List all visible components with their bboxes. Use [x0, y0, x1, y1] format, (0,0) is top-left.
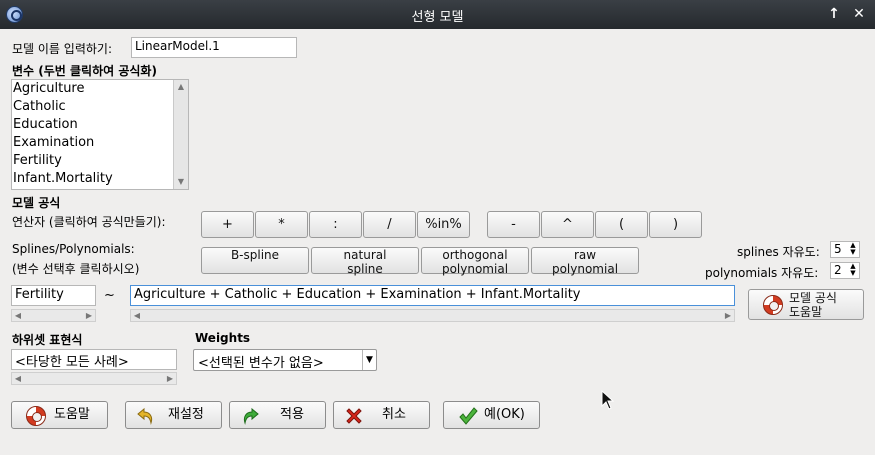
operator-plus-button[interactable]: +: [201, 211, 254, 238]
splines-df-label: splines 자유도:: [737, 245, 820, 259]
operator-colon-button[interactable]: :: [309, 211, 362, 238]
checkmark-icon: [458, 406, 478, 426]
reset-button[interactable]: 재설정: [125, 401, 222, 429]
weights-select[interactable]: <선택된 변수가 없음> ▼: [193, 349, 377, 371]
raw-polynomial-button[interactable]: raw polynomial: [531, 247, 639, 276]
operator-power-button[interactable]: ^: [541, 211, 594, 238]
mouse-cursor-icon: [601, 389, 615, 413]
title-bar: 선형 모델 ↑ ✕: [0, 0, 875, 29]
redo-arrow-icon: [240, 406, 260, 426]
maximize-icon[interactable]: ↑: [826, 5, 842, 23]
list-item[interactable]: Infant.Mortality: [12, 170, 188, 188]
operator-times-button[interactable]: *: [255, 211, 308, 238]
spin-down-icon[interactable]: ▼: [848, 270, 858, 277]
tilde-symbol: ~: [104, 288, 115, 303]
list-item[interactable]: Fertility: [12, 152, 188, 170]
operator-minus-button[interactable]: -: [487, 211, 540, 238]
lifebuoy-icon: [763, 295, 783, 315]
ok-button[interactable]: 예(OK): [443, 401, 540, 429]
operator-close-paren-button[interactable]: ): [649, 211, 702, 238]
rhs-scrollbar[interactable]: ◀ ▶: [130, 309, 735, 322]
variables-label: 변수 (두번 클릭하여 공식화): [12, 64, 157, 78]
scroll-left-icon[interactable]: ◀: [12, 310, 24, 321]
subset-label: 하위셋 표현식: [12, 333, 83, 347]
model-name-input[interactable]: LinearModel.1: [131, 37, 297, 58]
list-item[interactable]: Catholic: [12, 98, 188, 116]
lifebuoy-icon: [26, 406, 46, 426]
subset-input[interactable]: <타당한 모든 사례>: [11, 349, 177, 370]
scroll-right-icon[interactable]: ▶: [722, 310, 734, 321]
scroll-left-icon[interactable]: ◀: [131, 310, 143, 321]
cancel-button[interactable]: 취소: [333, 401, 430, 429]
operators-label: 연산자 (클릭하여 공식만들기):: [12, 215, 166, 229]
scroll-left-icon[interactable]: ◀: [12, 373, 24, 384]
scroll-up-icon[interactable]: ▲: [174, 80, 188, 94]
model-name-label: 모델 이름 입력하기:: [12, 42, 112, 56]
natural-spline-button[interactable]: natural spline: [311, 247, 419, 276]
operator-in-button[interactable]: %in%: [417, 211, 470, 238]
chevron-down-icon[interactable]: ▼: [362, 350, 376, 370]
spin-down-icon[interactable]: ▼: [848, 249, 858, 256]
scroll-down-icon[interactable]: ▼: [174, 175, 188, 189]
b-spline-button[interactable]: B-spline: [201, 247, 309, 274]
help-button[interactable]: 도움말: [11, 401, 108, 429]
orthogonal-polynomial-button[interactable]: orthogonal polynomial: [421, 247, 529, 276]
scroll-right-icon[interactable]: ▶: [164, 373, 176, 384]
scroll-right-icon[interactable]: ▶: [83, 310, 95, 321]
model-formula-label: 모델 공식: [12, 196, 61, 210]
undo-arrow-icon: [136, 406, 156, 426]
list-item[interactable]: Education: [12, 116, 188, 134]
splines-label: Splines/Polynomials:: [12, 242, 135, 256]
list-item[interactable]: Agriculture: [12, 80, 188, 98]
splines-hint: (변수 선택후 클릭하시오): [12, 262, 140, 276]
formula-help-button[interactable]: 모델 공식 도움말: [748, 289, 864, 320]
variables-listbox[interactable]: Agriculture Catholic Education Examinati…: [11, 79, 189, 190]
splines-df-spinner[interactable]: 5 ▲ ▼: [830, 241, 860, 258]
variables-scrollbar[interactable]: ▲ ▼: [173, 80, 188, 189]
rhs-formula-input[interactable]: Agriculture + Catholic + Education + Exa…: [130, 285, 735, 306]
operator-slash-button[interactable]: /: [363, 211, 416, 238]
poly-df-label: polynomials 자유도:: [705, 266, 819, 280]
subset-scrollbar[interactable]: ◀ ▶: [11, 372, 177, 385]
red-x-icon: [344, 406, 364, 426]
lhs-variable-input[interactable]: Fertility: [11, 285, 96, 306]
lhs-scrollbar[interactable]: ◀ ▶: [11, 309, 96, 322]
weights-label: Weights: [195, 331, 251, 345]
list-item[interactable]: Examination: [12, 134, 188, 152]
window-title: 선형 모델: [411, 10, 464, 25]
operator-open-paren-button[interactable]: (: [595, 211, 648, 238]
apply-button[interactable]: 적용: [229, 401, 326, 429]
poly-df-spinner[interactable]: 2 ▲ ▼: [830, 262, 860, 279]
close-icon[interactable]: ✕: [851, 5, 867, 23]
